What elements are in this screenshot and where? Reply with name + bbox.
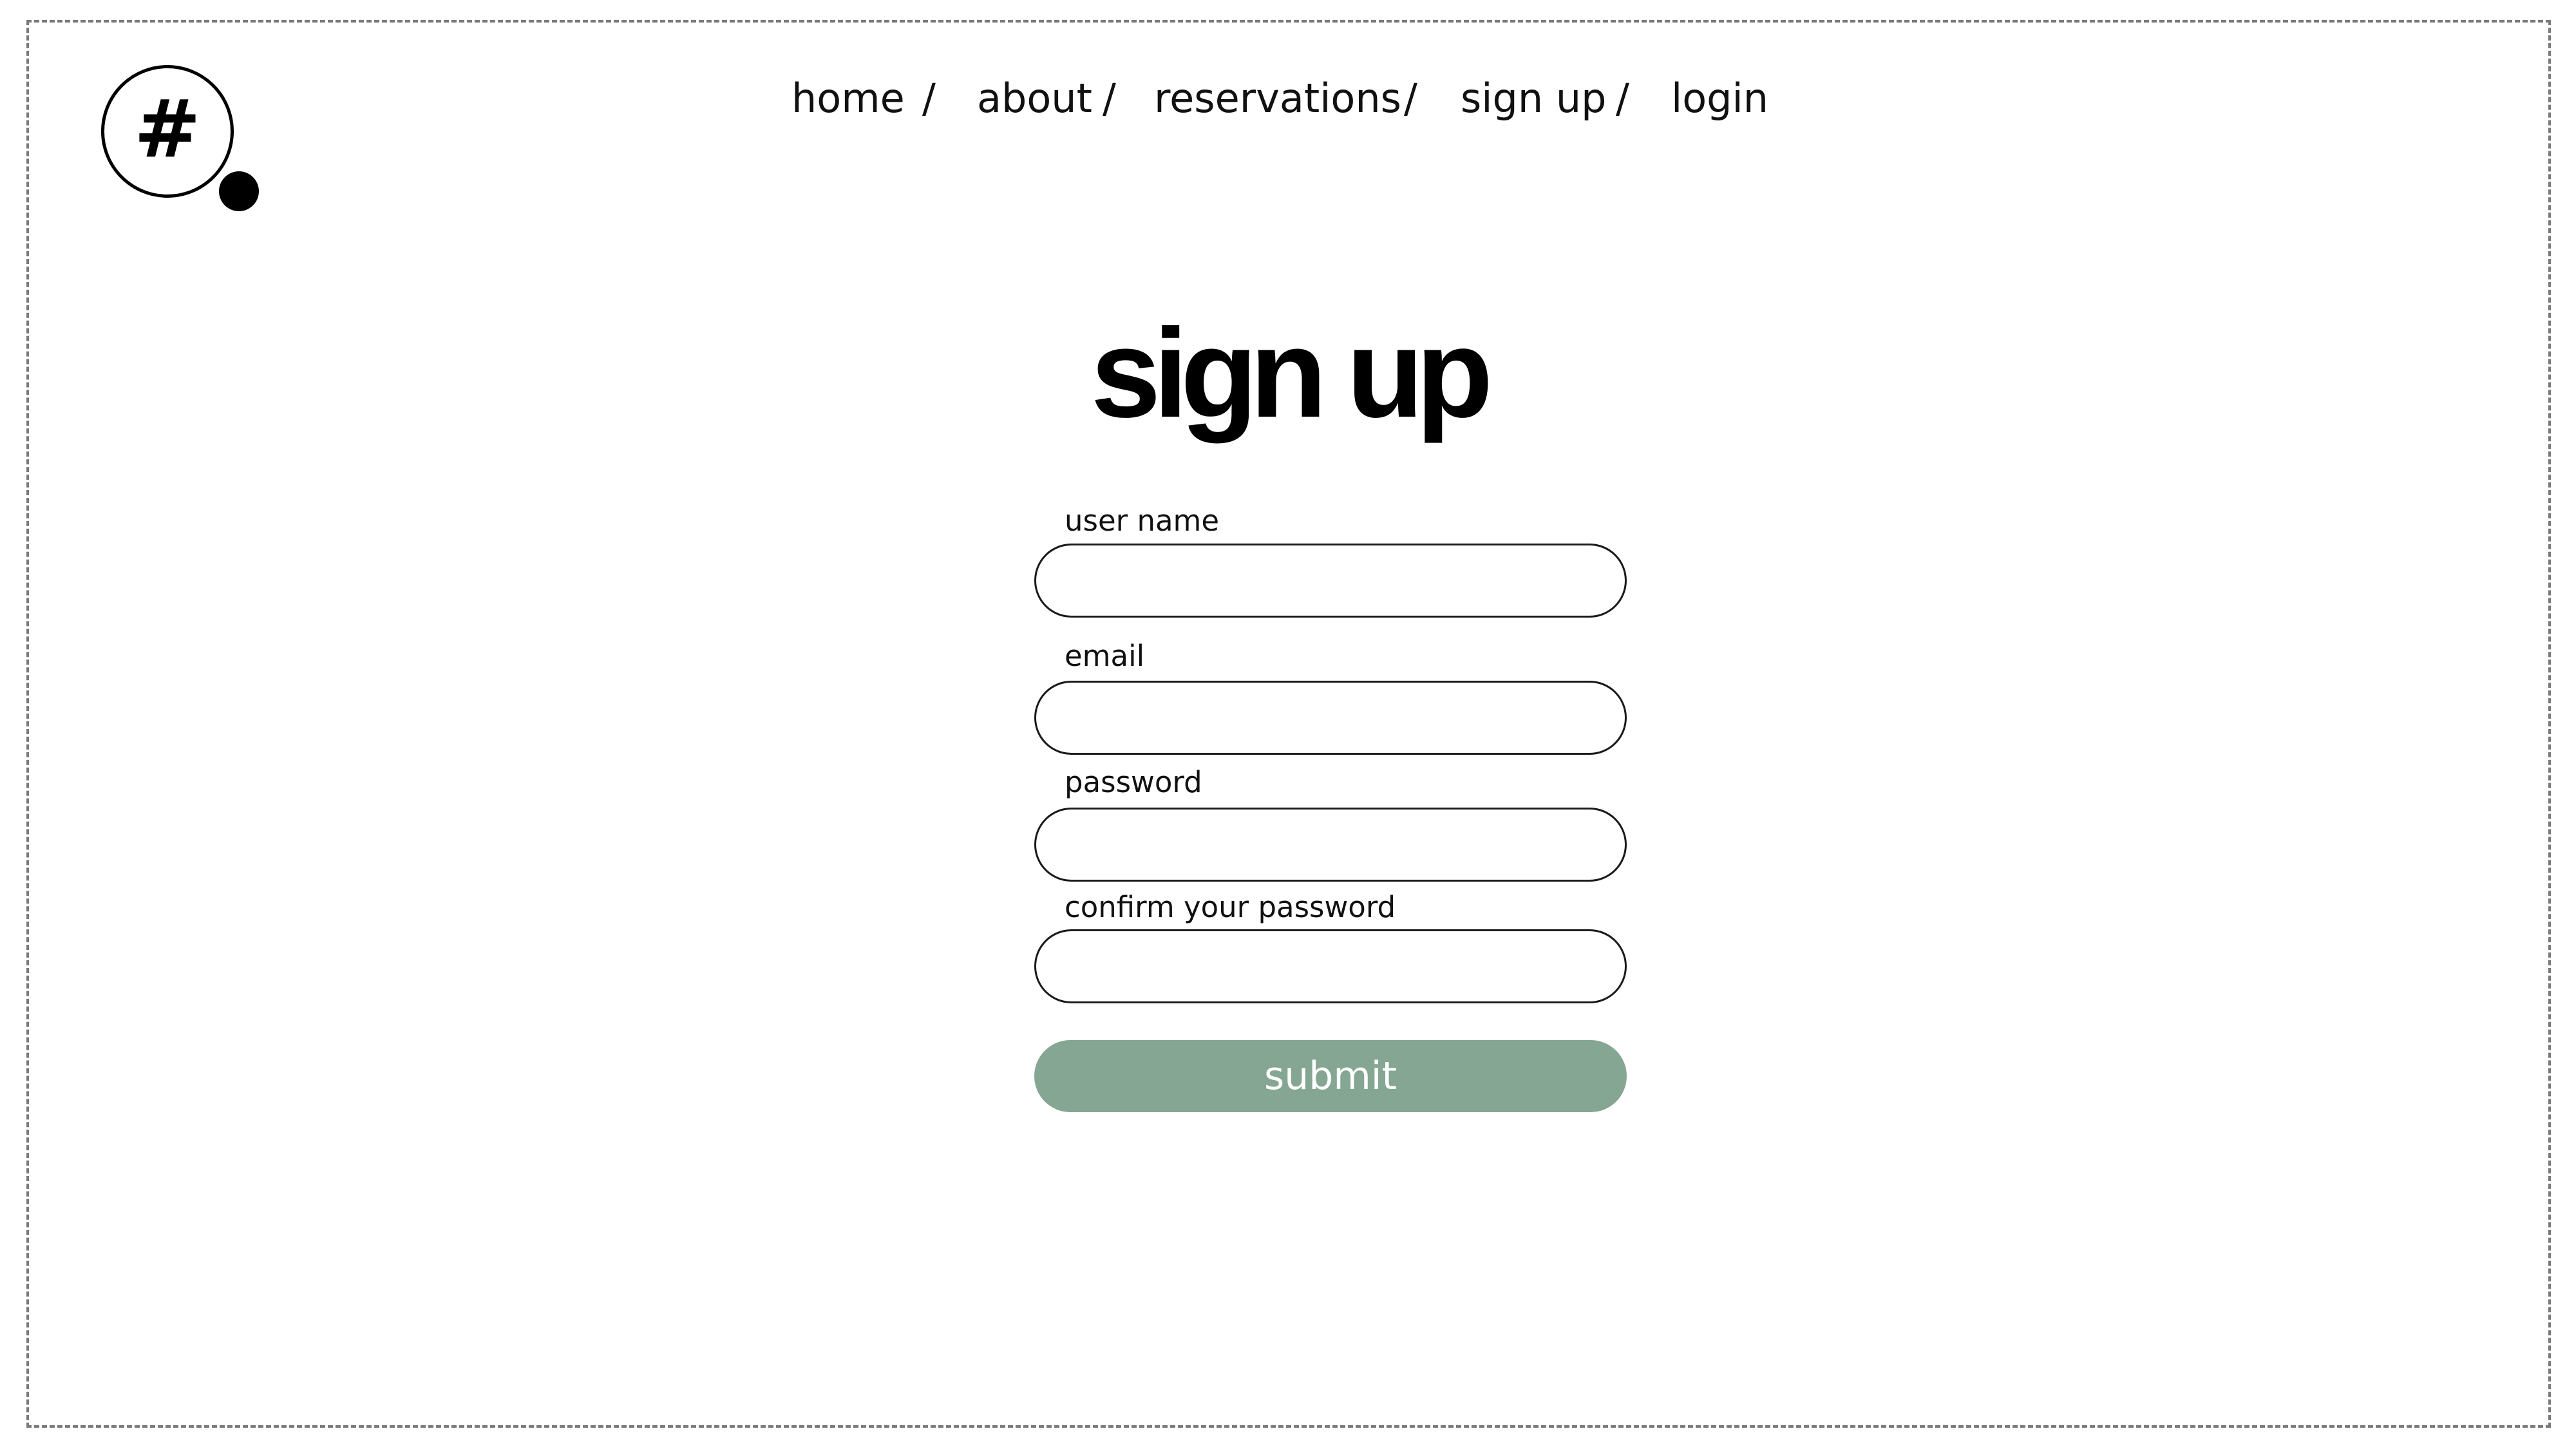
submit-button[interactable]: submit (1034, 1040, 1627, 1112)
password-input[interactable] (1034, 808, 1627, 882)
nav-link-reservations[interactable]: reservations (1154, 70, 1401, 128)
user-name-label: user name (1065, 504, 1220, 538)
email-input[interactable] (1034, 681, 1627, 755)
nav-link-home[interactable]: home (791, 70, 905, 128)
page-title: sign up (1090, 303, 1493, 444)
nav-separator: / (922, 75, 936, 122)
nav-link-about[interactable]: about (977, 70, 1092, 128)
password-label: password (1065, 765, 1202, 799)
nav-link-login[interactable]: login (1671, 70, 1768, 128)
nav-link-sign-up[interactable]: sign up (1461, 70, 1607, 128)
logo-dot (219, 171, 259, 211)
user-name-input[interactable] (1034, 544, 1627, 618)
nav-separator: / (1404, 75, 1417, 122)
main-nav: home / about / reservations / sign up / … (0, 70, 2576, 128)
confirm-password-input[interactable] (1034, 929, 1627, 1003)
nav-separator: / (1616, 75, 1629, 122)
confirm-password-label: confirm your password (1065, 890, 1396, 924)
nav-separator: / (1103, 75, 1116, 122)
email-label: email (1065, 639, 1145, 673)
